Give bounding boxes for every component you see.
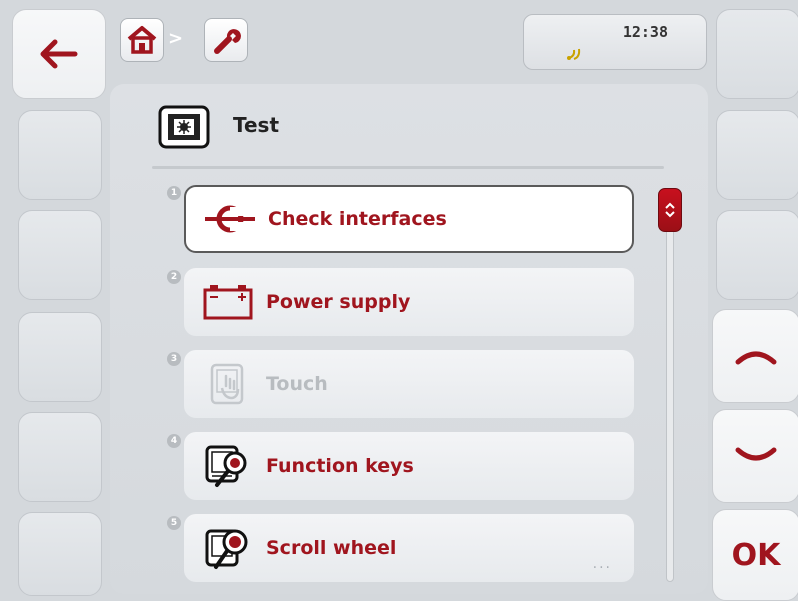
left-softkey-5[interactable] (18, 412, 102, 502)
scroll-up-button[interactable] (712, 309, 798, 403)
battery-icon (198, 268, 258, 336)
connection-indicator-icon (566, 45, 586, 65)
scrollbar-track[interactable] (666, 200, 674, 582)
chevron-up-icon (713, 310, 798, 402)
item-label: Power supply (266, 291, 411, 313)
clock-time: 12:38 (622, 23, 668, 41)
wrench-icon (211, 25, 241, 55)
status-panel: 12:38 (523, 14, 707, 70)
home-icon (126, 25, 158, 55)
item-label: Touch (266, 373, 328, 395)
item-number-1: 1 (167, 186, 181, 200)
item-number-4: 4 (167, 434, 181, 448)
ok-button[interactable]: OK (712, 509, 798, 601)
item-label: Function keys (266, 455, 414, 477)
item-number-5: 5 (167, 516, 181, 530)
right-softkey-3[interactable] (716, 210, 798, 300)
page-title: Test (233, 113, 280, 137)
list-item-touch[interactable]: Touch (184, 350, 634, 418)
left-softkey-4[interactable] (18, 312, 102, 402)
left-softkey-3[interactable] (18, 210, 102, 300)
more-indicator: ... (592, 556, 612, 572)
scroll-handle-icon (659, 189, 681, 231)
back-button[interactable] (12, 9, 106, 99)
breadcrumb-service[interactable] (204, 18, 248, 62)
title-divider (152, 166, 664, 169)
scroll-wheel-icon (198, 514, 258, 582)
list-item-function-keys[interactable]: Function keys (184, 432, 634, 500)
arrow-left-icon (13, 10, 105, 98)
interface-check-icon (200, 187, 260, 251)
scrollbar-thumb[interactable] (658, 188, 682, 232)
left-softkey-6[interactable] (18, 512, 102, 596)
left-softkey-2[interactable] (18, 110, 102, 200)
list-item-check-interfaces[interactable]: Check interfaces (184, 185, 634, 253)
item-label: Check interfaces (268, 208, 447, 230)
breadcrumb-home[interactable] (120, 18, 164, 62)
breadcrumb-separator: > (168, 28, 184, 49)
item-number-3: 3 (167, 352, 181, 366)
touch-screen-icon (198, 350, 258, 418)
ok-label: OK (731, 537, 781, 573)
item-label: Scroll wheel (266, 537, 397, 559)
chevron-down-icon (713, 410, 798, 502)
item-number-2: 2 (167, 270, 181, 284)
right-softkey-1[interactable] (716, 9, 798, 99)
function-keys-icon (198, 432, 258, 500)
scroll-down-button[interactable] (712, 409, 798, 503)
list-item-power-supply[interactable]: Power supply (184, 268, 634, 336)
list-item-scroll-wheel[interactable]: Scroll wheel ... (184, 514, 634, 582)
right-softkey-2[interactable] (716, 110, 798, 200)
terminal-test-icon (158, 105, 210, 153)
